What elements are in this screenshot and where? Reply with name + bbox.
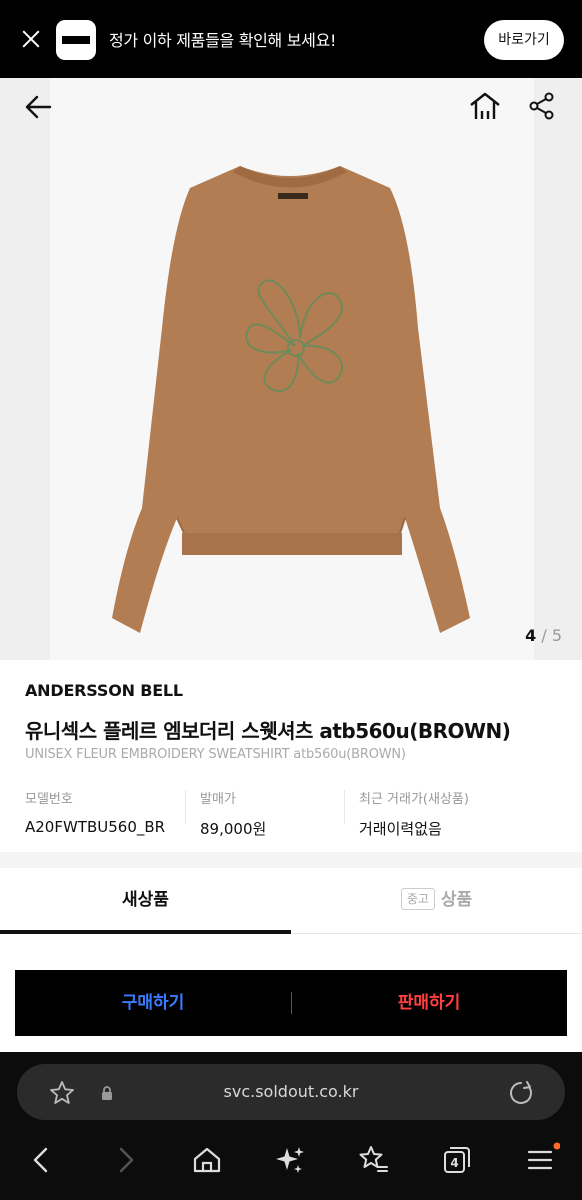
- bookmarks-icon[interactable]: [353, 1140, 393, 1180]
- model-number-label: 모델번호: [25, 792, 73, 807]
- tab-used-label: 상품: [440, 890, 473, 910]
- product-info: ANDERSSON BELL 유니섹스 플레르 엠보더리 스웻셔츠 atb560…: [0, 660, 582, 852]
- divider: [185, 790, 186, 824]
- image-counter-current: 4: [525, 626, 537, 645]
- product-image-gallery[interactable]: 4 / 5: [0, 78, 582, 660]
- release-price: 발매가 89,000원: [200, 788, 266, 839]
- browser-back-icon[interactable]: [22, 1140, 62, 1180]
- address-bar[interactable]: svc.soldout.co.kr: [17, 1064, 565, 1120]
- sparkle-icon[interactable]: [270, 1140, 310, 1180]
- promo-banner: 정가 이하 제품들을 확인해 보세요! 바로가기: [0, 0, 582, 78]
- product-image: [112, 166, 470, 633]
- release-price-value: 89,000원: [200, 820, 267, 838]
- share-icon[interactable]: [528, 92, 556, 120]
- brand-name[interactable]: ANDERSSON BELL: [25, 681, 183, 700]
- recent-trade-price: 최근 거래가(새상품) 거래이력없음: [359, 788, 469, 839]
- star-icon[interactable]: [48, 1079, 76, 1107]
- promo-go-button[interactable]: 바로가기: [484, 20, 564, 60]
- browser-chrome: svc.soldout.co.kr 4: [0, 1052, 582, 1200]
- recent-trade-label: 최근 거래가(새상품): [359, 792, 469, 807]
- close-icon[interactable]: [18, 26, 44, 52]
- hem: [182, 533, 402, 555]
- model-number: 모델번호 A20FWTBU560_BR: [25, 788, 165, 836]
- buy-button[interactable]: 구매하기: [15, 970, 291, 1036]
- browser-home-icon[interactable]: [187, 1140, 227, 1180]
- used-chip: 중고: [400, 888, 435, 910]
- condition-tabs: 새상품 중고 상품: [0, 868, 582, 934]
- app-logo-icon: [56, 20, 96, 60]
- menu-icon[interactable]: [520, 1140, 560, 1180]
- sell-button[interactable]: 판매하기: [291, 970, 567, 1036]
- image-counter-total: 5: [551, 626, 562, 645]
- lock-icon: [102, 1086, 112, 1100]
- product-name-en: UNISEX FLEUR EMBROIDERY SWEATSHIRT atb56…: [25, 747, 406, 762]
- model-number-value: A20FWTBU560_BR: [25, 818, 166, 836]
- back-arrow-icon[interactable]: [24, 92, 54, 122]
- product-name-ko: 유니섹스 플레르 엠보더리 스웻셔츠 atb560u(BROWN): [25, 719, 511, 743]
- neck-label: [278, 193, 308, 199]
- release-price-label: 발매가: [200, 792, 236, 807]
- tabs-button[interactable]: 4: [437, 1140, 477, 1180]
- section-gap: [0, 852, 582, 868]
- sweatshirt-body: [112, 166, 470, 633]
- divider: [344, 790, 345, 824]
- tab-new[interactable]: 새상품: [0, 868, 291, 934]
- recent-trade-value: 거래이력없음: [359, 820, 442, 838]
- notification-dot: [553, 1142, 560, 1150]
- browser-forward-icon[interactable]: [105, 1140, 145, 1180]
- promo-message: 정가 이하 제품들을 확인해 보세요!: [109, 31, 337, 50]
- action-bar: 구매하기 판매하기: [15, 970, 567, 1036]
- reload-icon[interactable]: [507, 1079, 535, 1107]
- image-counter-separator: /: [536, 626, 552, 645]
- tab-used[interactable]: 중고 상품: [291, 868, 582, 934]
- image-counter: 4 / 5: [525, 626, 562, 645]
- home-icon[interactable]: [468, 90, 502, 122]
- tab-count: 4: [450, 1156, 459, 1170]
